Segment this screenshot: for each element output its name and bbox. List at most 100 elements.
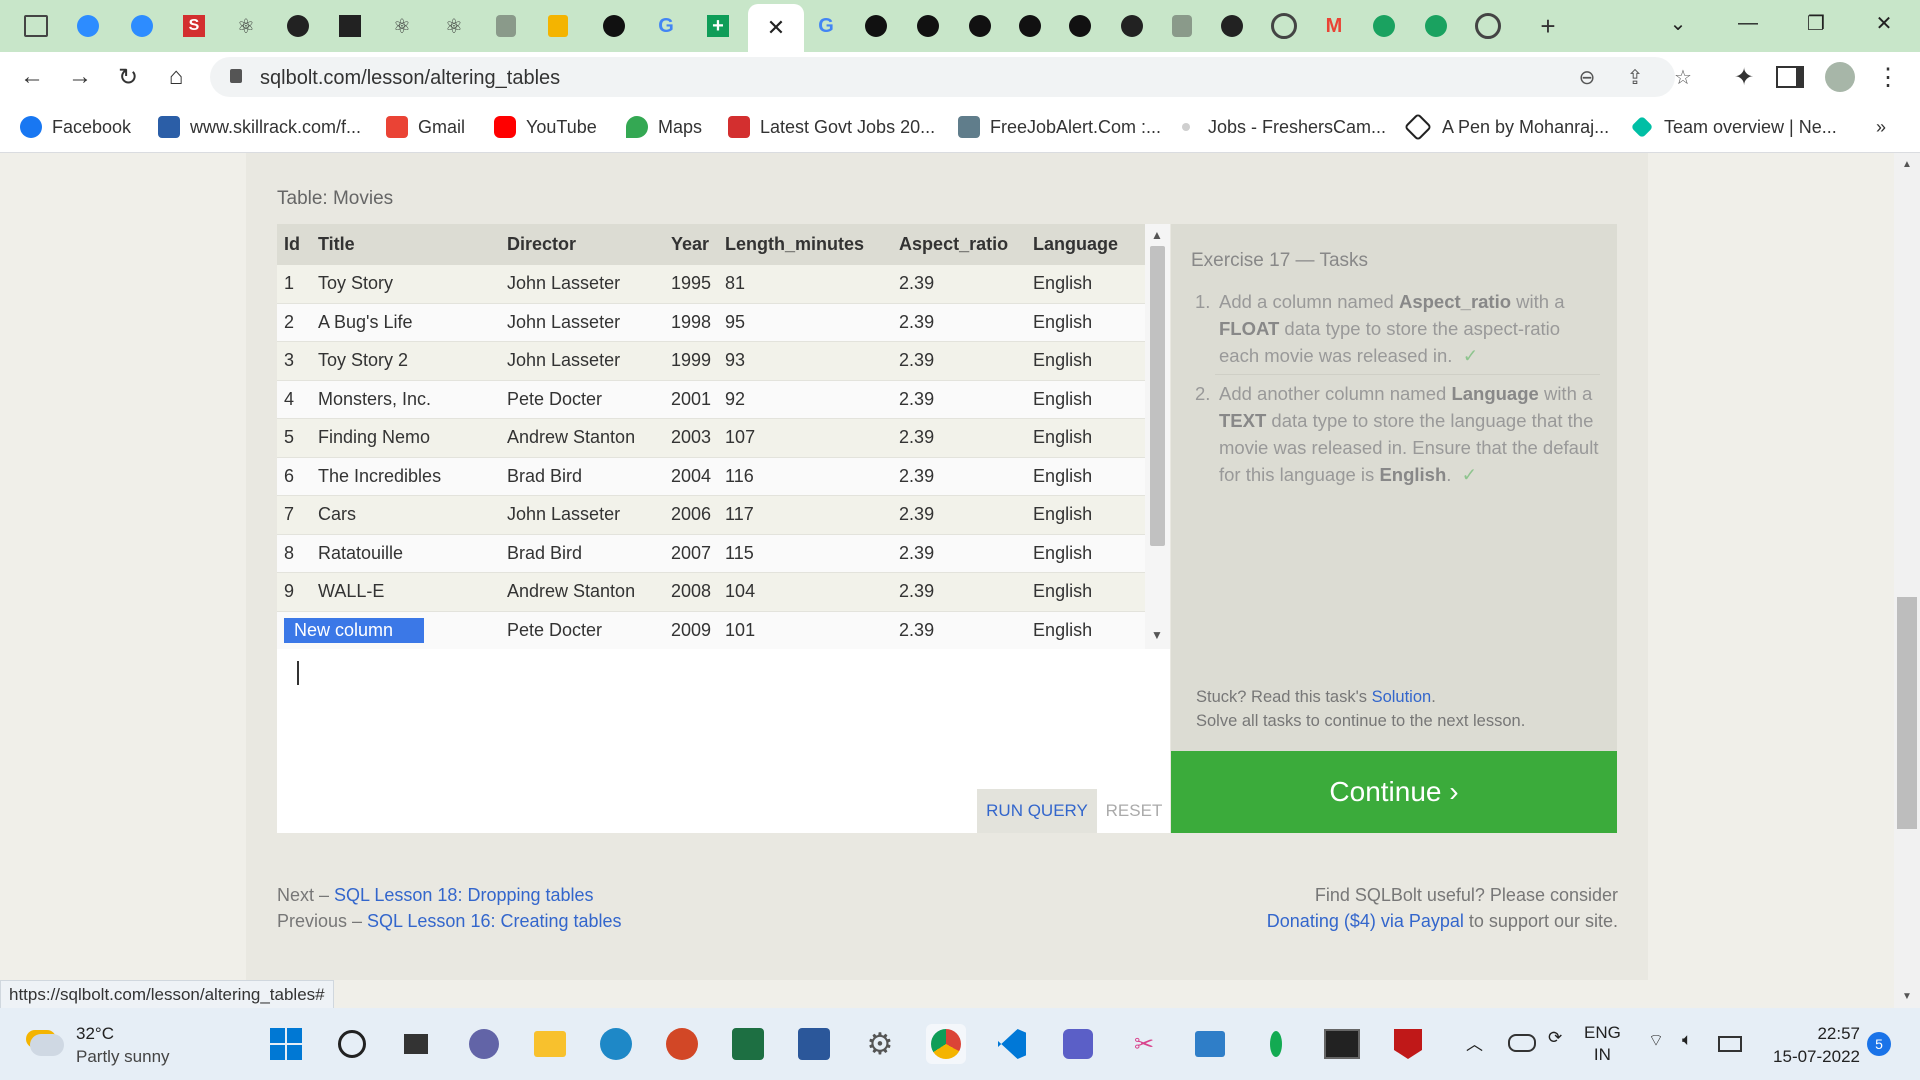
close-icon[interactable]: ✕ [767,15,785,41]
previous-lesson-link[interactable]: SQL Lesson 16: Creating tables [367,911,622,931]
solution-link[interactable]: Solution [1372,688,1432,706]
table-scrollbar-thumb[interactable] [1150,246,1165,546]
tab-mongodb-6[interactable] [1062,9,1098,43]
tab-github-2[interactable] [1114,9,1150,43]
taskbar-chat[interactable] [464,1024,504,1064]
tab-sheets[interactable]: + [700,9,736,43]
zoom-button[interactable]: ⊖ [1572,63,1602,91]
share-button[interactable]: ⇪ [1620,63,1650,91]
bookmark-youtube[interactable]: YouTube [494,114,597,140]
tab-s[interactable]: S [176,9,212,43]
tab-search-button[interactable]: ⌄ [1648,8,1708,38]
tab-google-1[interactable]: G [648,9,684,43]
restore-button[interactable]: ❐ [1786,8,1846,38]
start-button[interactable] [266,1024,306,1064]
tab-react-1[interactable]: ⚛ [228,9,264,43]
bookmark-maps[interactable]: Maps [626,114,702,140]
taskbar-terminal[interactable] [1322,1024,1362,1064]
tab-classroom[interactable] [18,9,54,43]
notification-badge[interactable]: 5 [1867,1032,1891,1056]
taskbar-snipping-tool[interactable]: ✂ [1124,1024,1164,1064]
tab-chrome-1[interactable] [1266,9,1302,43]
reload-button[interactable]: ↻ [110,60,146,94]
tab-github-1[interactable] [280,9,316,43]
tab-mongodb-5[interactable] [1012,9,1048,43]
taskbar-file-explorer[interactable] [530,1024,570,1064]
taskbar-word[interactable] [794,1024,834,1064]
back-button[interactable]: ← [14,60,50,94]
taskbar-vscode[interactable] [992,1024,1032,1064]
tab-mongodb-4[interactable] [962,9,998,43]
url-text[interactable]: sqlbolt.com/lesson/altering_tables [260,67,560,90]
tab-badge-3[interactable] [1418,9,1454,43]
tab-robot-2[interactable] [1164,9,1200,43]
side-panel-button[interactable] [1772,60,1808,94]
scroll-up-arrow-icon[interactable]: ▲ [1902,159,1912,170]
donate-link[interactable]: Donating ($4) via Paypal [1267,911,1464,931]
page-scrollbar-thumb[interactable] [1897,597,1917,829]
tab-chrome-2[interactable] [1470,9,1506,43]
bookmark-fresherscamp[interactable]: Jobs - FreshersCam... [1182,114,1386,140]
bookmark-team-overview[interactable]: Team overview | Ne... [1630,114,1837,140]
language-indicator[interactable]: ENG IN [1584,1022,1621,1066]
new-tab-button[interactable]: + [1530,9,1566,43]
onedrive-icon[interactable] [1508,1034,1536,1052]
extensions-button[interactable]: ✦ [1726,60,1762,94]
volume-icon[interactable]: 🔈︎ [1682,1030,1692,1050]
selected-text[interactable]: New column [284,617,424,643]
taskbar-teams[interactable] [1058,1024,1098,1064]
reset-button[interactable]: RESET [1099,789,1169,833]
bookmark-govt-jobs[interactable]: Latest Govt Jobs 20... [728,114,935,140]
scroll-up-arrow-icon[interactable]: ▲ [1151,228,1163,242]
table-scrollbar[interactable]: ▲ ▼ [1145,224,1170,649]
taskbar-mcafee[interactable] [1388,1024,1428,1064]
table-scroll-area[interactable]: Id Title Director Year Length_minutes As… [277,224,1145,649]
page-scrollbar[interactable]: ▲ ▼ [1894,153,1920,1008]
bookmark-facebook[interactable]: Facebook [20,114,131,140]
wifi-icon[interactable]: ⌔ [1648,1030,1664,1051]
weather-widget[interactable]: 32°C Partly sunny [30,1022,170,1068]
taskbar-powerpoint[interactable] [662,1024,702,1064]
taskbar-mongodb-compass[interactable] [1256,1024,1296,1064]
run-query-button[interactable]: RUN QUERY [977,789,1097,833]
taskbar-excel[interactable] [728,1024,768,1064]
taskbar-task-view[interactable] [396,1024,436,1064]
bookmarks-overflow-button[interactable]: » [1876,114,1886,140]
bookmark-star-button[interactable]: ☆ [1668,63,1698,91]
tab-gmail[interactable]: M [1316,9,1352,43]
bookmark-codepen[interactable]: A Pen by Mohanraj... [1403,112,1609,142]
taskbar-settings[interactable]: ⚙ [860,1024,900,1064]
tab-slides[interactable] [540,9,576,43]
tab-google-2[interactable]: G [808,9,844,43]
chevron-up-icon[interactable]: ︿ [1466,1030,1483,1055]
tab-active-sqlbolt[interactable]: ✕ [748,4,804,52]
minimize-button[interactable]: — [1718,8,1778,38]
scroll-down-arrow-icon[interactable]: ▼ [1902,991,1912,1002]
home-button[interactable]: ⌂ [158,60,194,94]
bookmark-skillrack[interactable]: www.skillrack.com/f... [158,114,361,140]
menu-button[interactable]: ⋮ [1870,60,1906,94]
bookmark-freejobalert[interactable]: FreeJobAlert.Com :... [958,114,1161,140]
tab-mongodb-2[interactable] [858,9,894,43]
tab-rock-api[interactable] [332,9,368,43]
taskbar-chrome[interactable] [926,1024,966,1064]
tab-react-3[interactable]: ⚛ [436,9,472,43]
tab-react-2[interactable]: ⚛ [384,9,420,43]
scroll-down-arrow-icon[interactable]: ▼ [1151,628,1163,642]
bookmark-gmail[interactable]: Gmail [386,114,465,140]
forward-button[interactable]: → [62,60,98,94]
tab-github-3[interactable] [1214,9,1250,43]
next-lesson-link[interactable]: SQL Lesson 18: Dropping tables [334,885,594,905]
query-editor[interactable]: RUN QUERY RESET [277,649,1170,833]
tab-mongodb-1[interactable] [596,9,632,43]
taskbar-edge[interactable] [596,1024,636,1064]
continue-button[interactable]: Continue › [1171,751,1617,833]
tab-robot[interactable] [488,9,524,43]
sync-icon[interactable]: ⟳ [1548,1028,1562,1048]
tab-zoom-2[interactable] [124,9,160,43]
address-bar[interactable]: sqlbolt.com/lesson/altering_tables ⊖ ⇪ ☆ [210,57,1692,97]
battery-icon[interactable] [1718,1036,1742,1052]
tab-mongodb-3[interactable] [910,9,946,43]
window-close-button[interactable]: ✕ [1854,8,1914,38]
taskbar-search[interactable] [332,1024,372,1064]
